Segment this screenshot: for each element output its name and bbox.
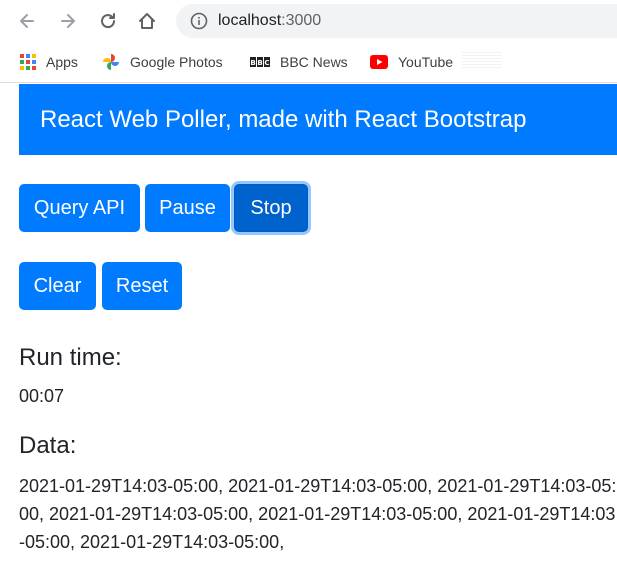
page-title: React Web Poller, made with React Bootst… — [40, 106, 527, 133]
bookmark-youtube[interactable]: YouTube — [370, 51, 453, 73]
url-host: localhost — [218, 12, 282, 29]
pause-button[interactable]: Pause — [145, 184, 230, 232]
bookmark-apps[interactable]: Apps — [20, 51, 78, 73]
reset-button[interactable]: Reset — [102, 262, 182, 310]
bookmark-label: YouTube — [398, 54, 454, 70]
bookmarks-overflow-fade — [462, 52, 502, 68]
query-api-button[interactable]: Query API — [19, 184, 140, 232]
back-button[interactable] — [14, 8, 40, 34]
svg-text:B: B — [257, 59, 262, 67]
stop-button[interactable]: Stop — [234, 184, 308, 232]
page-banner: React Web Poller, made with React Bootst… — [19, 84, 617, 155]
bookmark-label: BBC News — [280, 54, 348, 70]
svg-text:B: B — [250, 59, 255, 67]
back-arrow-icon — [20, 14, 34, 28]
reload-icon — [101, 13, 116, 29]
url-port: :3000 — [281, 12, 322, 29]
address-bar[interactable]: localhost:3000 — [176, 4, 617, 38]
bookmark-label: Apps — [46, 54, 78, 70]
browser-toolbar: localhost:3000 — [0, 0, 617, 42]
google-photos-icon — [103, 54, 119, 70]
forward-arrow-icon — [61, 14, 75, 28]
youtube-icon — [370, 55, 388, 69]
clear-button[interactable]: Clear — [19, 262, 96, 310]
reload-button[interactable] — [95, 8, 121, 34]
run-time-heading: Run time: — [19, 344, 122, 371]
page-content: React Web Poller, made with React Bootst… — [0, 84, 617, 577]
data-heading: Data: — [19, 432, 77, 459]
run-time-value: 00:07 — [19, 386, 65, 406]
bookmark-label: Google Photos — [130, 54, 223, 70]
svg-text:C: C — [264, 59, 269, 67]
data-output: 2021-01-29T14:03-05:00, 2021-01-29T14:03… — [19, 476, 617, 552]
bookmark-google-photos[interactable]: Google Photos — [102, 51, 223, 73]
bookmarks-bar: Apps Google Photos B B C BBC News YouTub… — [0, 42, 617, 83]
apps-grid-icon — [20, 54, 36, 70]
forward-button[interactable] — [55, 8, 81, 34]
url-text[interactable]: localhost:3000 — [218, 12, 321, 30]
site-info-icon[interactable] — [190, 12, 208, 30]
bookmark-bbc-news[interactable]: B B C BBC News — [250, 51, 348, 73]
home-icon — [139, 13, 155, 29]
bbc-icon: B B C — [250, 57, 270, 67]
home-button[interactable] — [134, 8, 160, 34]
